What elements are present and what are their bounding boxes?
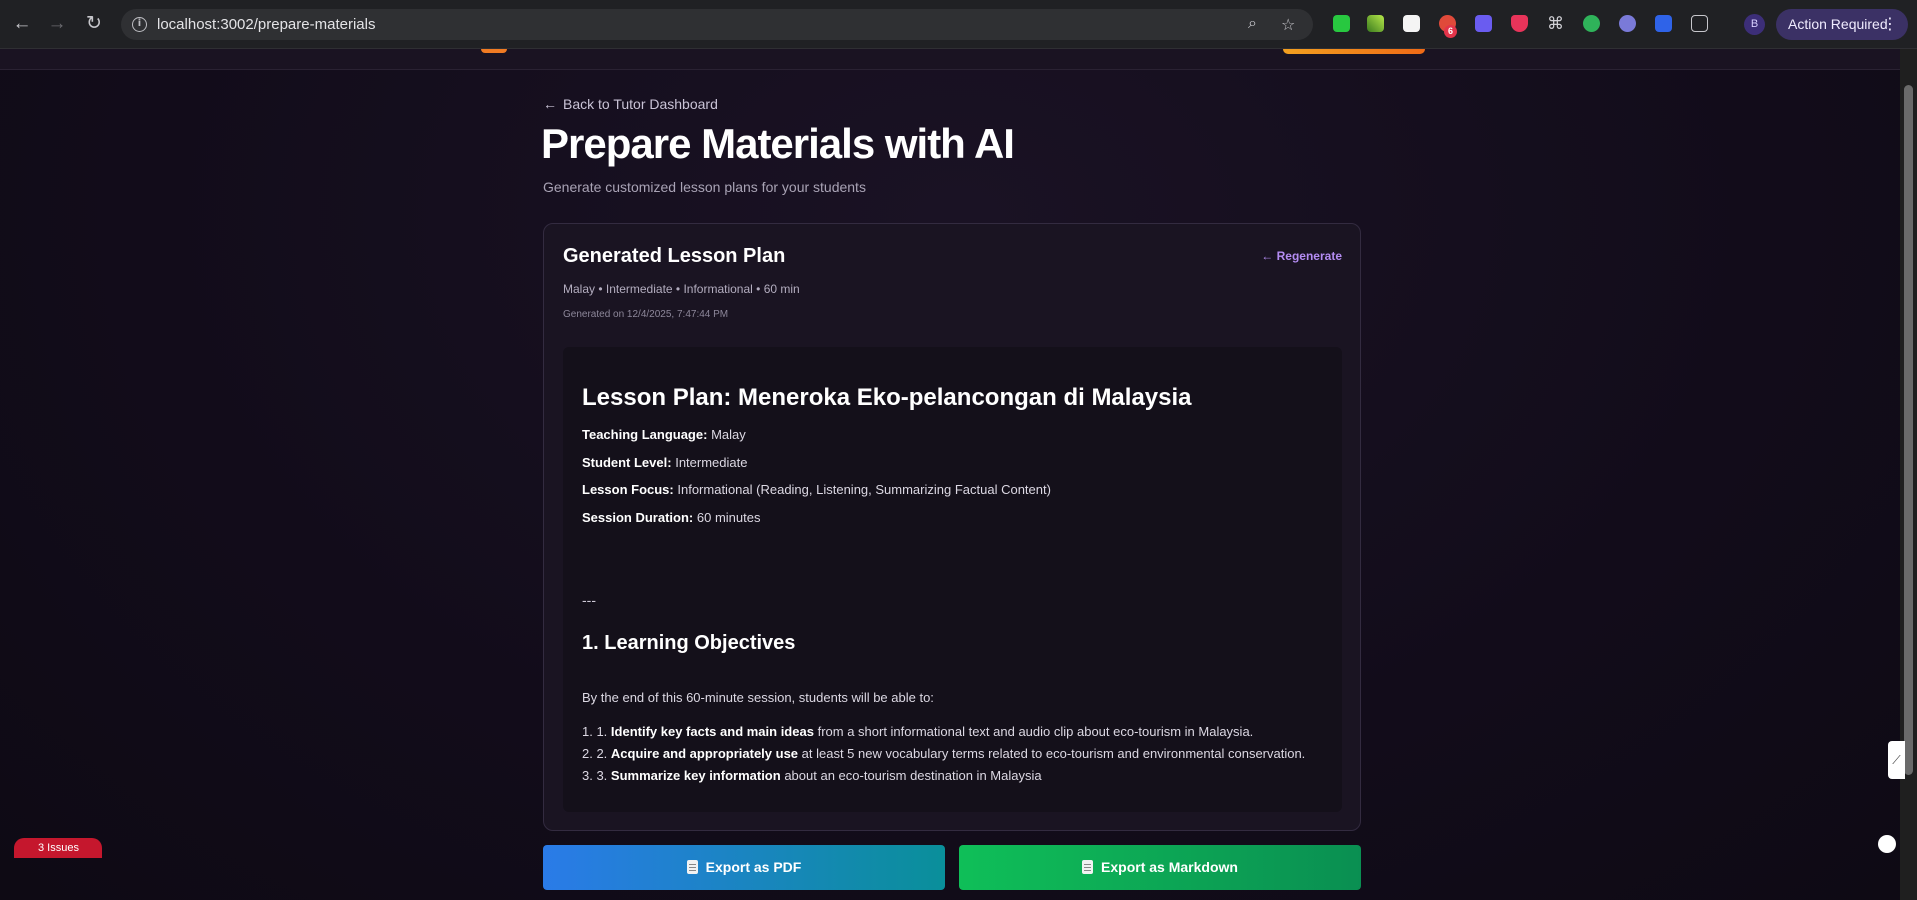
export-pdf-label: Export as PDF (705, 859, 802, 875)
reload-icon[interactable]: ↻ (83, 13, 105, 35)
lesson-plan-card: Generated Lesson Plan ← Regenerate Malay… (543, 223, 1361, 831)
url-text[interactable]: localhost:3002/prepare-materials (157, 16, 375, 33)
document-icon (686, 860, 698, 874)
back-to-dashboard-link[interactable]: ← Back to Tutor Dashboard (543, 96, 718, 112)
objective-text: at least 5 new vocabulary terms related … (801, 746, 1306, 761)
forward-arrow-icon[interactable]: → (46, 13, 68, 35)
objective-text: about an eco-tourism destination in Mala… (784, 768, 1042, 783)
extension-badge: 6 (1444, 25, 1457, 38)
section-heading: 1. Learning Objectives (582, 632, 796, 654)
extension-blue-icon[interactable] (1655, 15, 1672, 32)
extension-chart-icon[interactable] (1367, 15, 1384, 32)
extension-doc-icon[interactable] (1403, 15, 1420, 32)
browser-toolbar: ← → ↻ i localhost:3002/prepare-materials… (0, 0, 1917, 49)
objective-number: 3. 3. (582, 768, 608, 783)
objective-number: 1. 1. (582, 724, 608, 739)
objective-item: 1. 1. Identify key facts and main ideas … (582, 724, 1253, 739)
extensions-puzzle-icon[interactable] (1691, 15, 1708, 32)
extension-green-icon[interactable] (1333, 15, 1350, 32)
extension-command-icon[interactable]: ⌘ (1547, 15, 1564, 32)
back-link-label: Back to Tutor Dashboard (563, 96, 718, 112)
field-student-level: Student Level: Intermediate (582, 455, 747, 470)
card-title: Generated Lesson Plan (563, 245, 786, 267)
objective-text: from a short informational text and audi… (817, 724, 1254, 739)
memo-icon (1082, 860, 1094, 874)
regenerate-button[interactable]: ← Regenerate (1261, 249, 1342, 263)
field-session-duration: Session Duration: 60 minutes (582, 510, 760, 525)
objective-bold: Acquire and appropriately use (610, 746, 799, 761)
field-label: Teaching Language: (582, 427, 708, 442)
objective-item: 3. 3. Summarize key information about an… (582, 768, 1042, 783)
assistant-bubble-icon[interactable] (1878, 835, 1896, 853)
field-label: Lesson Focus: (582, 482, 674, 497)
back-arrow-icon[interactable]: ← (11, 13, 33, 35)
separator: --- (582, 592, 596, 608)
action-required-button[interactable]: Action Required ⋮ (1776, 9, 1908, 40)
extension-purple-icon[interactable] (1475, 15, 1492, 32)
lesson-meta: Malay • Intermediate • Informational • 6… (563, 282, 800, 296)
issues-label: 3 Issues (38, 842, 79, 854)
arrow-left-icon: ← (1261, 249, 1277, 263)
lesson-plan-title: Lesson Plan: Meneroka Eko-pelancongan di… (582, 384, 1192, 411)
field-label: Session Duration: (582, 510, 694, 525)
field-value: 60 minutes (696, 510, 761, 525)
objective-bold: Summarize key information (610, 768, 781, 783)
profile-avatar[interactable]: B (1744, 14, 1765, 35)
site-info-icon[interactable]: i (132, 17, 147, 32)
field-value: Malay (711, 427, 746, 442)
regenerate-label: Regenerate (1276, 249, 1342, 263)
export-pdf-button[interactable]: Export as PDF (543, 845, 945, 890)
app-header-strip (0, 49, 1900, 70)
side-panel-handle-icon[interactable]: ⟋ (1888, 741, 1905, 779)
objective-bold: Identify key facts and main ideas (610, 724, 814, 739)
more-vert-icon[interactable]: ⋮ (1882, 9, 1898, 40)
field-teaching-language: Teaching Language: Malay (582, 427, 746, 442)
field-value: Intermediate (675, 455, 748, 470)
scrollbar-thumb[interactable] (1904, 85, 1913, 775)
extension-brain-icon[interactable] (1619, 15, 1636, 32)
page-viewport: ← Back to Tutor Dashboard Prepare Materia… (0, 49, 1917, 900)
action-required-label: Action Required (1788, 16, 1888, 32)
lesson-plan-content: Lesson Plan: Meneroka Eko-pelancongan di… (563, 347, 1342, 812)
field-label: Student Level: (582, 455, 672, 470)
field-value: Informational (Reading, Listening, Summa… (677, 482, 1051, 497)
extension-shield-icon[interactable] (1511, 15, 1528, 32)
bookmark-star-icon[interactable]: ☆ (1281, 15, 1295, 35)
zoom-icon[interactable]: ⌕ (1248, 15, 1257, 33)
extension-green-circle-icon[interactable] (1583, 15, 1600, 32)
field-lesson-focus: Lesson Focus: Informational (Reading, Li… (582, 482, 1051, 497)
export-markdown-label: Export as Markdown (1101, 859, 1238, 875)
page-subtitle: Generate customized lesson plans for you… (543, 179, 866, 195)
arrow-left-icon: ← (543, 96, 557, 112)
address-bar[interactable]: i localhost:3002/prepare-materials ⌕ ☆ (121, 9, 1313, 40)
page-title: Prepare Materials with AI (541, 120, 1015, 167)
objectives-intro: By the end of this 60-minute session, st… (582, 690, 934, 705)
app-logo-icon[interactable] (481, 49, 507, 53)
export-markdown-button[interactable]: Export as Markdown (959, 845, 1361, 890)
objective-number: 2. 2. (582, 746, 608, 761)
generated-timestamp: Generated on 12/4/2025, 7:47:44 PM (563, 309, 729, 320)
objective-item: 2. 2. Acquire and appropriately use at l… (582, 746, 1305, 761)
dev-issues-badge[interactable]: 3 Issues (14, 838, 102, 858)
header-cta-button[interactable] (1283, 49, 1425, 54)
